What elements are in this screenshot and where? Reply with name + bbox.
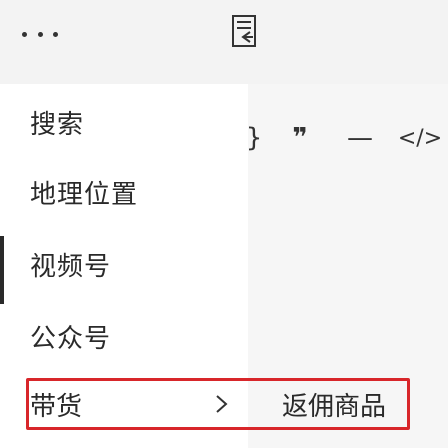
- dot-2: [37, 31, 43, 37]
- menu-item-channels[interactable]: 视频号: [30, 242, 111, 286]
- bracket-icon[interactable]: }: [246, 118, 263, 158]
- menu-item-sell-goods[interactable]: 带货: [30, 384, 82, 424]
- menu-item-official-account[interactable]: 公众号: [30, 314, 111, 358]
- menu-item-location[interactable]: 地理位置: [30, 170, 138, 214]
- submenu-item-rebate-products[interactable]: 返佣商品: [282, 384, 386, 424]
- top-toolbar: [0, 0, 448, 85]
- divider-icon[interactable]: —: [342, 118, 378, 158]
- format-toolbar: } ❞ — </>: [246, 118, 446, 158]
- left-edge-marker: [0, 236, 4, 304]
- menu-item-search[interactable]: 搜索: [30, 100, 84, 144]
- more-icon[interactable]: [22, 24, 58, 44]
- document-insert-icon[interactable]: [226, 8, 262, 54]
- chevron-right-icon: [216, 395, 228, 413]
- quote-icon[interactable]: ❞: [282, 118, 318, 158]
- code-icon[interactable]: </>: [396, 118, 444, 158]
- dot-3: [53, 31, 58, 37]
- dot-1: [22, 31, 27, 37]
- highlighted-row: 带货 返佣商品: [0, 374, 448, 440]
